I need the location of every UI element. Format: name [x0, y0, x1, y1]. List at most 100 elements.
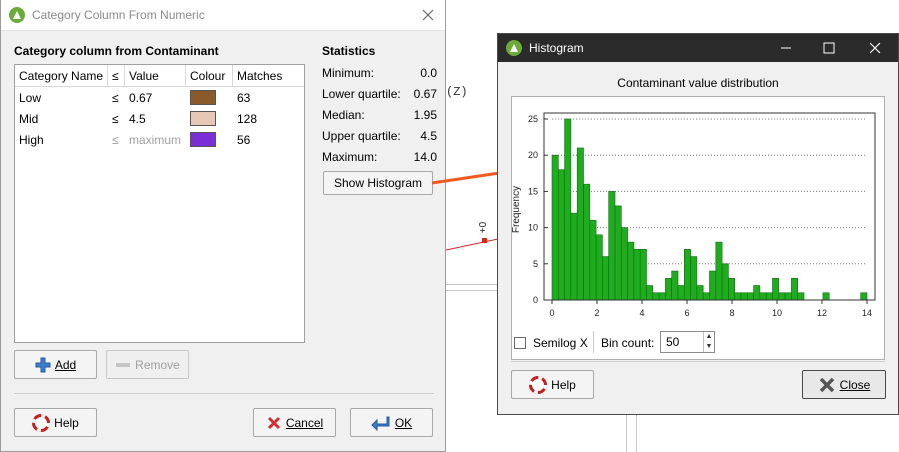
- histogram-bar: [557, 169, 565, 301]
- histogram-close-button[interactable]: Close: [802, 370, 886, 399]
- histogram-bar: [608, 191, 616, 301]
- histogram-bar: [753, 285, 761, 301]
- add-label: Add: [54, 357, 77, 372]
- statistic-row: Maximum: 14.0: [322, 150, 437, 164]
- histogram-bar: [589, 220, 597, 301]
- histogram-bar: [677, 285, 685, 301]
- y-tick-label: 25: [528, 114, 538, 124]
- histogram-bar: [639, 249, 647, 301]
- column-header-operator[interactable]: ≤: [108, 65, 125, 86]
- close-x-icon: [818, 376, 836, 394]
- spin-arrows[interactable]: ▲ ▼: [703, 332, 714, 352]
- histogram-bar: [583, 183, 591, 301]
- viewport-divider: [626, 415, 627, 452]
- value-cell[interactable]: 0.67: [125, 91, 186, 105]
- dialog-title: Category Column From Numeric: [32, 8, 205, 22]
- statistic-row: Upper quartile: 4.5: [322, 129, 437, 143]
- matches-cell[interactable]: 128: [233, 112, 303, 126]
- value-cell[interactable]: maximum: [125, 133, 186, 147]
- cancel-button[interactable]: Cancel: [253, 408, 336, 437]
- histogram-bar: [627, 241, 635, 301]
- histogram-bar: [684, 249, 691, 301]
- statistic-row: Lower quartile: 0.67: [322, 87, 437, 101]
- semilog-checkbox[interactable]: [514, 337, 526, 349]
- add-button[interactable]: Add: [14, 350, 97, 379]
- category-table[interactable]: Category Name ≤ Value Colour Matches Low…: [14, 64, 305, 343]
- histogram-bar: [658, 292, 666, 301]
- operator-cell[interactable]: ≤: [108, 112, 125, 126]
- value-cell[interactable]: 4.5: [125, 112, 186, 126]
- table-row[interactable]: High ≤ maximum 56: [15, 129, 304, 150]
- histogram-bar: [728, 277, 735, 301]
- viewport-divider: [636, 415, 637, 452]
- y-axis-label: Frequency: [512, 186, 522, 233]
- x-tick-label: 4: [639, 308, 644, 318]
- divider: [14, 393, 434, 394]
- histogram-bar: [551, 154, 559, 301]
- ok-button[interactable]: OK: [350, 408, 433, 437]
- spin-down-icon[interactable]: ▼: [704, 342, 714, 352]
- histogram-bar: [791, 277, 798, 301]
- show-histogram-label: Show Histogram: [333, 176, 423, 190]
- histogram-bar: [576, 147, 584, 301]
- category-name-cell[interactable]: High: [15, 133, 108, 147]
- histogram-help-button[interactable]: Help: [511, 370, 594, 399]
- operator-cell[interactable]: ≤: [108, 133, 125, 147]
- help-button[interactable]: Help: [14, 408, 97, 437]
- statistic-label: Minimum:: [322, 66, 375, 80]
- colour-cell[interactable]: [186, 111, 233, 126]
- remove-label: Remove: [135, 357, 180, 372]
- histogram-bar: [652, 292, 660, 301]
- matches-cell[interactable]: 63: [233, 91, 303, 105]
- y-tick-label: 0: [533, 295, 538, 305]
- histogram-bar: [595, 234, 603, 301]
- histogram-title: Histogram: [529, 41, 584, 55]
- axis-label: (Z): [446, 85, 468, 99]
- table-row[interactable]: Mid ≤4.5 128: [15, 108, 304, 129]
- histogram-bar: [709, 270, 717, 301]
- colour-swatch[interactable]: [190, 132, 216, 147]
- spin-up-icon[interactable]: ▲: [704, 332, 714, 342]
- y-tick-label: 10: [528, 223, 538, 233]
- maximize-icon[interactable]: [822, 41, 836, 55]
- table-header: Category Name ≤ Value Colour Matches: [15, 65, 304, 87]
- x-tick-label: 6: [684, 308, 689, 318]
- column-header-matches[interactable]: Matches: [233, 65, 303, 86]
- close-icon[interactable]: [868, 41, 882, 55]
- show-histogram-button[interactable]: Show Histogram: [323, 171, 433, 195]
- minimize-icon[interactable]: [779, 41, 793, 55]
- histogram-bar: [765, 292, 773, 301]
- colour-swatch[interactable]: [190, 111, 216, 126]
- colour-swatch[interactable]: [190, 90, 216, 105]
- histogram-bar: [671, 270, 679, 301]
- column-header-name[interactable]: Category Name: [15, 65, 108, 86]
- colour-cell[interactable]: [186, 90, 233, 105]
- table-row[interactable]: Low ≤0.67 63: [15, 87, 304, 108]
- column-header-value[interactable]: Value: [125, 65, 186, 86]
- statistic-label: Lower quartile:: [322, 87, 401, 101]
- close-icon[interactable]: [421, 8, 435, 22]
- x-tick-label: 12: [817, 308, 827, 318]
- semilog-label: Semilog X: [533, 336, 588, 350]
- column-header-colour[interactable]: Colour: [186, 65, 233, 86]
- divider: [511, 361, 885, 362]
- remove-button[interactable]: Remove: [106, 350, 189, 379]
- y-tick-label: 5: [533, 259, 538, 269]
- bin-count-spinbox[interactable]: 50 ▲ ▼: [660, 331, 715, 353]
- histogram-chart: 0 5 10 15 20 25 0 2 4 6 8 10 12 14 Frequency: [511, 112, 876, 318]
- histogram-bar: [860, 292, 868, 301]
- category-name-cell[interactable]: Low: [15, 91, 108, 105]
- histogram-bar: [702, 292, 710, 301]
- statistic-label: Maximum:: [322, 150, 378, 164]
- axis-tick-label: +0: [478, 221, 490, 234]
- statistic-label: Median:: [322, 108, 365, 122]
- colour-cell[interactable]: [186, 132, 233, 147]
- statistic-value: 0.0: [420, 66, 437, 80]
- category-name-cell[interactable]: Mid: [15, 112, 108, 126]
- histogram-bar: [646, 285, 654, 301]
- operator-cell[interactable]: ≤: [108, 91, 125, 105]
- help-label: Help: [551, 377, 576, 392]
- matches-cell[interactable]: 56: [233, 133, 303, 147]
- histogram-bar: [759, 292, 767, 301]
- x-tick-label: 0: [549, 308, 554, 318]
